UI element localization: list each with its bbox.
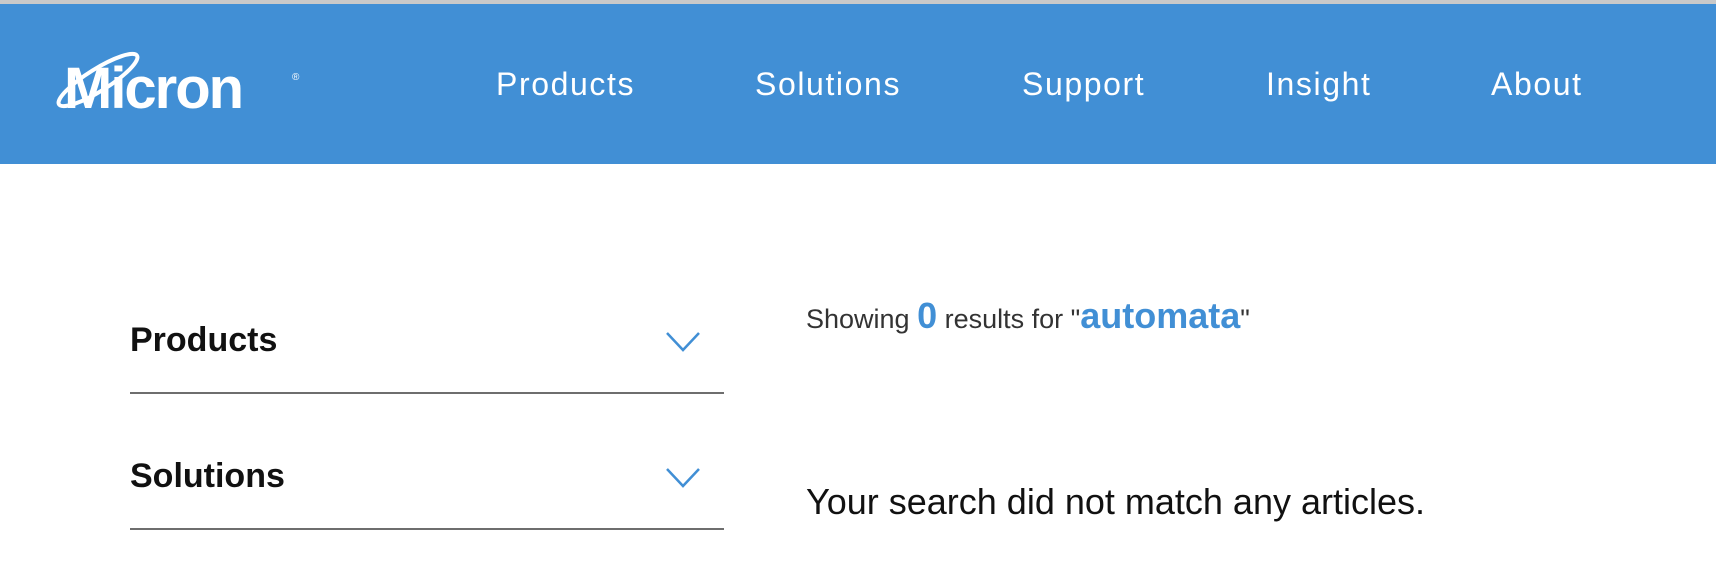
results-prefix: Showing — [806, 304, 918, 334]
chevron-down-icon — [666, 332, 700, 352]
site-header: Micron ® Products Solutions Support Insi… — [0, 4, 1716, 164]
main-nav: Products Solutions Support Insight About — [0, 4, 1716, 164]
nav-item-products[interactable]: Products — [496, 64, 635, 104]
results-middle: results for " — [937, 304, 1081, 334]
empty-results-message: Your search did not match any articles. — [806, 481, 1425, 522]
chevron-down-icon — [666, 468, 700, 488]
results-summary: Showing 0 results for "automata" — [806, 292, 1250, 343]
filter-products-accordion[interactable]: Products — [130, 290, 724, 394]
filter-sidebar: Products Solutions — [130, 290, 724, 530]
filter-products-label: Products — [130, 321, 278, 359]
filter-solutions-accordion[interactable]: Solutions — [130, 426, 724, 530]
nav-item-about[interactable]: About — [1491, 64, 1583, 104]
nav-item-support[interactable]: Support — [1022, 64, 1145, 104]
results-count: 0 — [917, 295, 938, 336]
search-term: automata — [1080, 295, 1241, 336]
results-suffix: " — [1240, 304, 1250, 334]
nav-item-insight[interactable]: Insight — [1266, 64, 1371, 104]
filter-solutions-label: Solutions — [130, 457, 285, 495]
nav-item-solutions[interactable]: Solutions — [755, 64, 901, 104]
